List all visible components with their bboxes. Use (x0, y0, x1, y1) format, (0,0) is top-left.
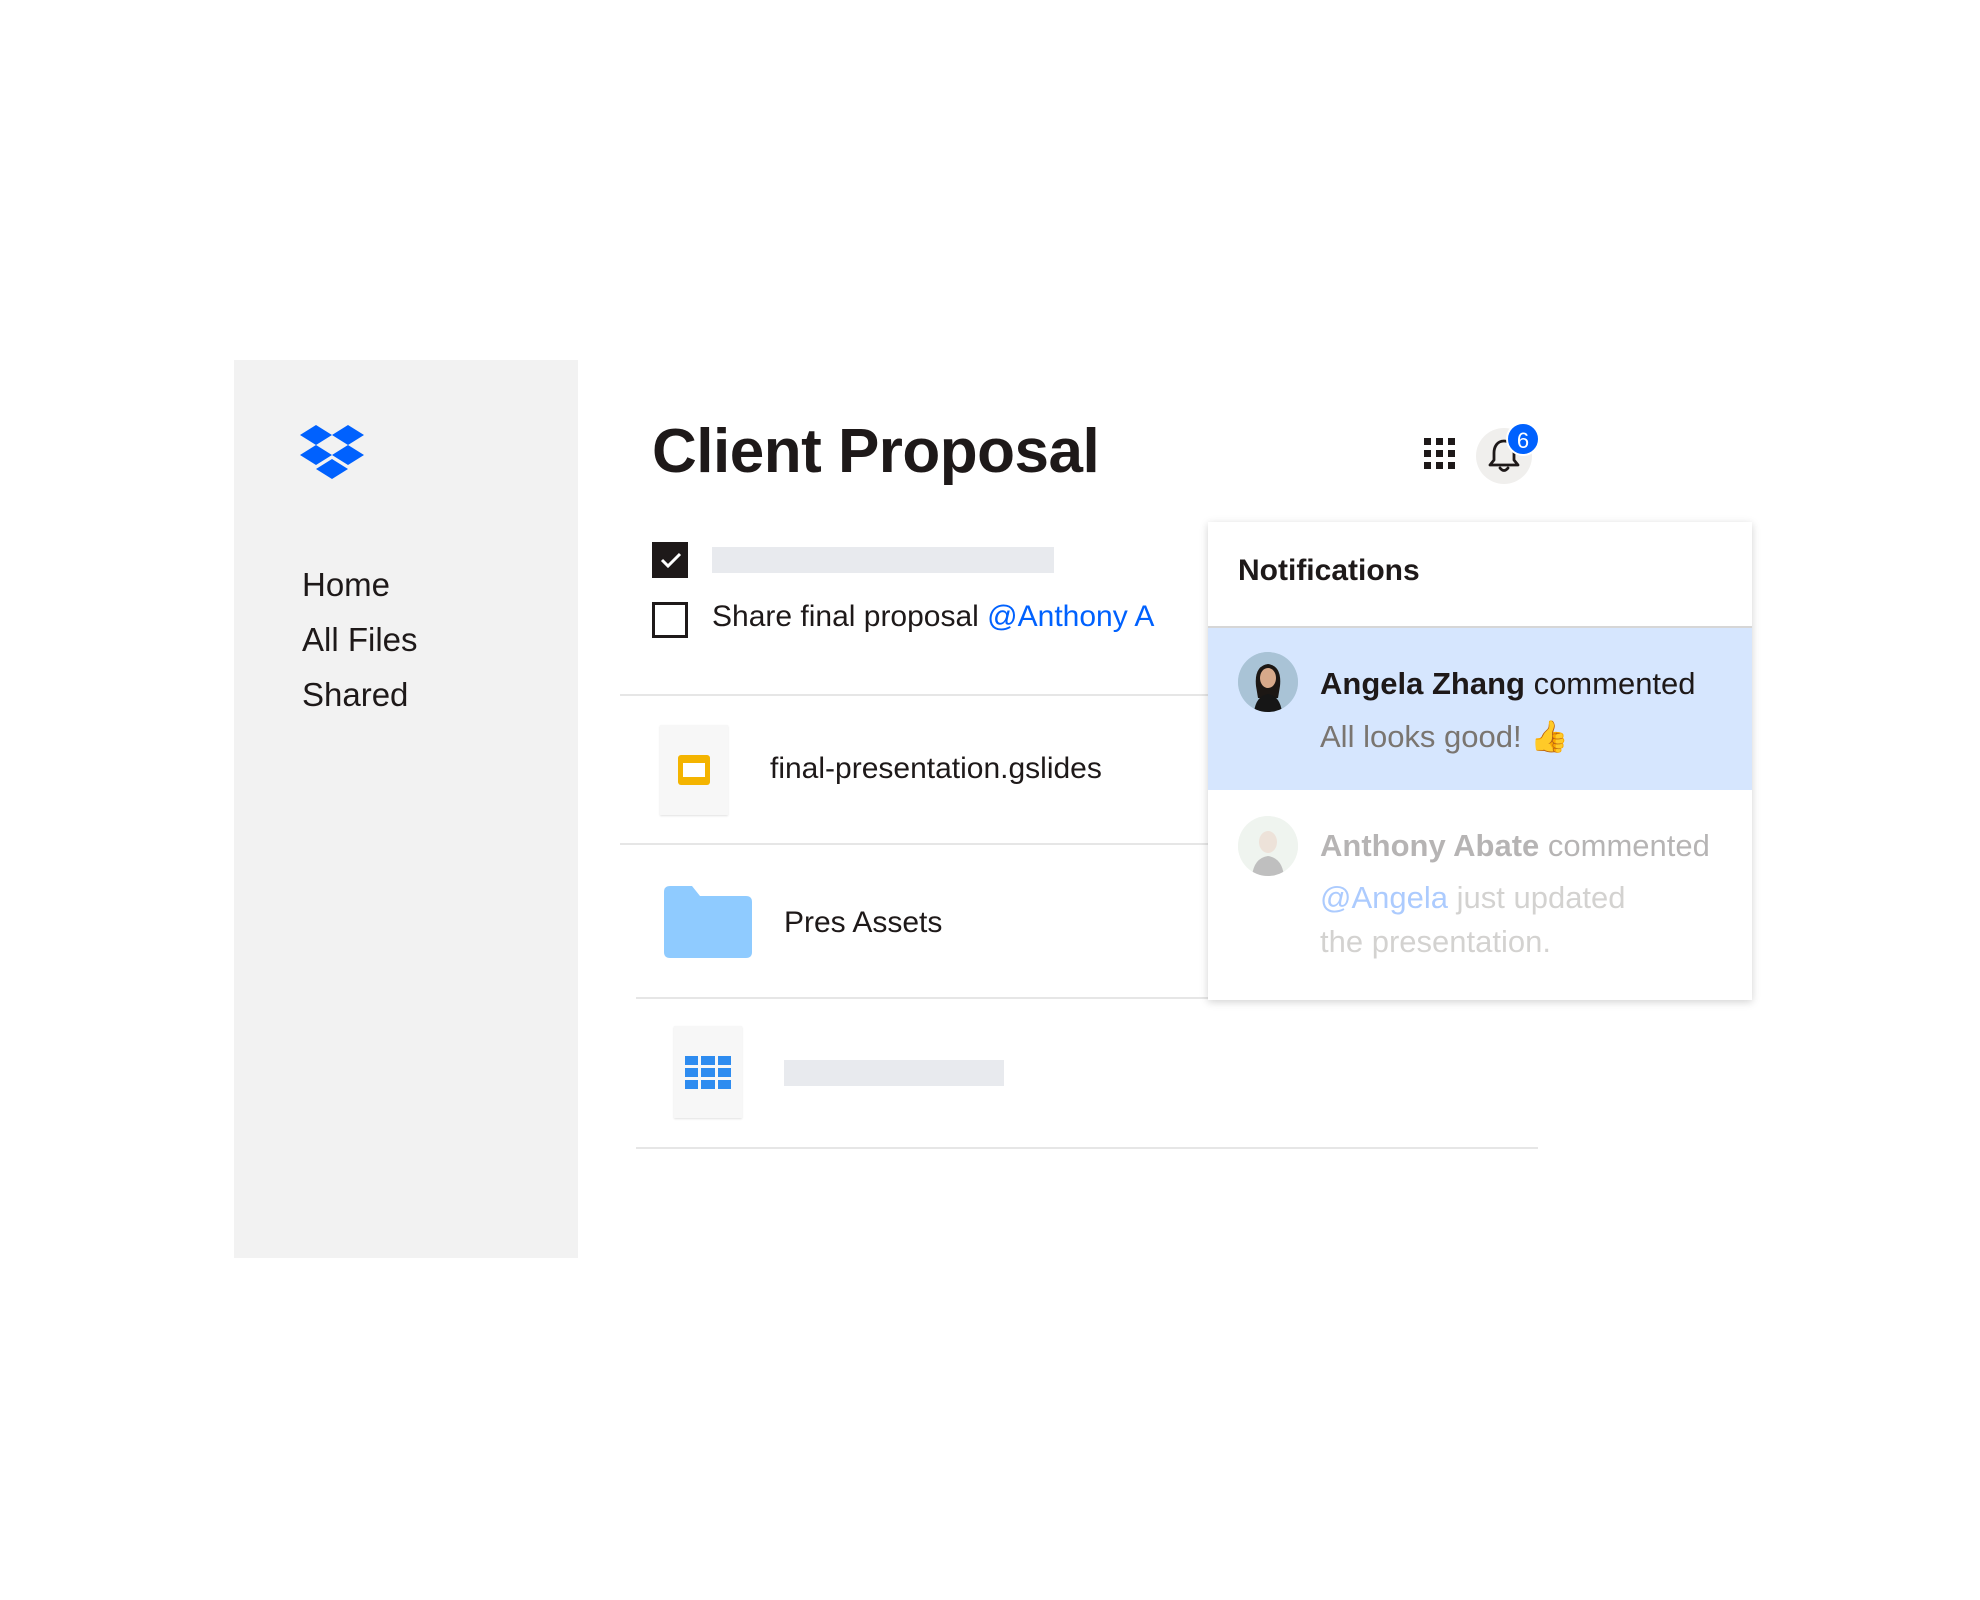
notification-count-badge: 6 (1506, 422, 1540, 456)
divider (636, 1147, 1538, 1149)
file-name-placeholder (784, 1060, 1004, 1086)
task-text[interactable]: Share final proposal @Anthony A (712, 600, 1154, 634)
notifications-panel: Notifications Angela Zhang commented All… (1208, 522, 1752, 1000)
file-thumbnail[interactable] (674, 1026, 742, 1118)
task-checkbox[interactable] (652, 602, 688, 638)
divider (636, 997, 1210, 999)
notification-author: Angela Zhang (1320, 666, 1525, 701)
notification-action: commented (1539, 828, 1710, 863)
sidebar-item-all-files[interactable]: All Files (302, 621, 418, 659)
notification-mention-link[interactable]: @Angela (1320, 880, 1448, 915)
notification-message-continued: the presentation. (1320, 924, 1551, 959)
notification-message: All looks good! 👍 (1320, 719, 1569, 754)
sidebar (234, 360, 578, 1258)
notification-action: commented (1524, 666, 1696, 701)
divider (620, 843, 1210, 845)
task-mention-link[interactable]: @Anthony A (987, 600, 1154, 633)
sidebar-item-shared[interactable]: Shared (302, 676, 408, 714)
folder-icon[interactable] (664, 886, 752, 963)
avatar (1238, 652, 1298, 712)
file-thumbnail[interactable] (660, 725, 728, 815)
sidebar-item-home[interactable]: Home (302, 566, 390, 604)
notification-author: Anthony Abate (1320, 828, 1540, 863)
page-title: Client Proposal (652, 417, 1100, 486)
dropbox-logo-icon[interactable] (300, 425, 364, 479)
notification-item[interactable]: Anthony Abate commented @Angela just upd… (1208, 790, 1752, 1000)
sheet-icon (685, 1056, 731, 1089)
notification-item[interactable]: Angela Zhang commented All looks good! 👍 (1208, 628, 1752, 790)
divider (620, 694, 1210, 696)
folder-name-link[interactable]: Pres Assets (784, 906, 942, 940)
file-name-link[interactable]: final-presentation.gslides (770, 752, 1102, 786)
avatar (1238, 816, 1298, 876)
slides-icon (678, 755, 710, 785)
apps-grid-icon[interactable] (1424, 438, 1456, 470)
notifications-title: Notifications (1238, 554, 1420, 587)
task-text-placeholder (712, 547, 1054, 573)
task-checkbox-completed[interactable] (652, 542, 688, 578)
notification-message: just updated (1448, 880, 1626, 915)
checkmark-icon (660, 552, 682, 569)
task-label: Share final proposal (712, 600, 988, 633)
